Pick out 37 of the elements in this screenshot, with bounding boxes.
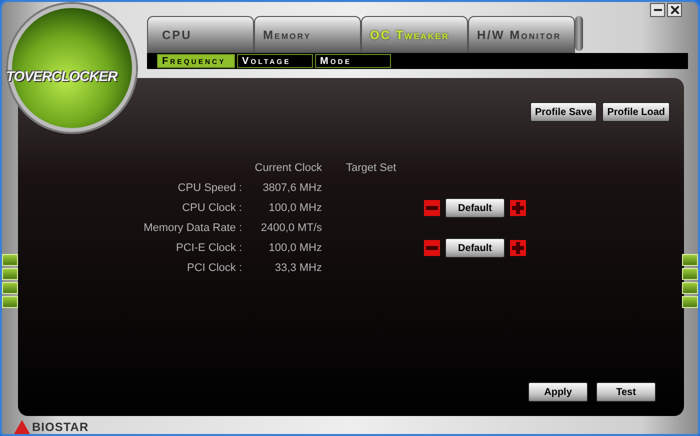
sub-tab[interactable]: Frequency: [157, 54, 235, 68]
row-label: CPU Speed :: [178, 182, 243, 194]
column-header: Current Clock: [254, 162, 322, 174]
clock-value: 33,3 MHz: [274, 262, 322, 274]
profile-button[interactable]: Profile Save: [530, 102, 598, 122]
triangle-logo-icon: [14, 420, 30, 434]
column-header: Target Set: [345, 162, 396, 174]
default-button[interactable]: Default: [445, 238, 505, 258]
row-label: PCI Clock :: [186, 262, 243, 274]
side-handle-icon: [2, 254, 18, 308]
row-label: Memory Data Rate :: [144, 222, 243, 234]
minimize-button[interactable]: [650, 3, 665, 17]
clock-value: 2400,0 MT/s: [260, 222, 322, 234]
plus-icon[interactable]: [510, 240, 526, 256]
default-button[interactable]: Default: [445, 198, 505, 218]
close-button[interactable]: [667, 3, 682, 17]
minus-icon[interactable]: [424, 200, 440, 216]
minimize-icon: [654, 9, 662, 11]
profile-button[interactable]: Profile Load: [602, 102, 670, 122]
tab[interactable]: Memory: [254, 16, 361, 53]
clock-value: 3807,6 MHz: [262, 182, 322, 194]
close-icon: [670, 6, 678, 14]
action-button[interactable]: Test: [596, 382, 656, 402]
clock-value: 100,0 MHz: [268, 242, 322, 254]
side-handle-icon: [682, 254, 698, 308]
tab-bar-end-cap: [575, 16, 583, 51]
row-label: PCI-E Clock :: [176, 242, 243, 254]
minus-icon[interactable]: [424, 240, 440, 256]
plus-icon[interactable]: [510, 200, 526, 216]
sub-tab[interactable]: Voltage: [237, 54, 313, 68]
tab[interactable]: H/W Monitor: [468, 16, 575, 53]
clock-value: 100,0 MHz: [268, 202, 322, 214]
tab[interactable]: CPU: [147, 16, 254, 53]
brand-text: BIOSTAR: [32, 420, 89, 434]
row-label: CPU Clock :: [182, 202, 243, 214]
sub-tab[interactable]: Mode: [315, 54, 391, 68]
action-button[interactable]: Apply: [528, 382, 588, 402]
